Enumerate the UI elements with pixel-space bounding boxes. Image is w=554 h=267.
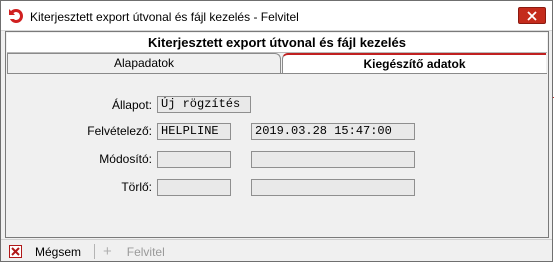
torlo-label: Törlő: (121, 180, 152, 194)
close-button[interactable] (518, 7, 546, 24)
allapot-field[interactable]: Új rögzítés (157, 96, 251, 113)
cancel-x-icon (9, 245, 22, 258)
modosito-label: Módosító: (99, 152, 152, 166)
form-header: Kiterjesztett export útvonal és fájl kez… (7, 33, 547, 53)
modosito-user-field[interactable] (157, 151, 231, 168)
felvetelezo-user-field[interactable]: HELPLINE (157, 123, 231, 140)
felvetelezo-label: Felvételező: (87, 124, 152, 138)
toolbar-separator (94, 244, 95, 259)
form-area: Kiterjesztett export útvonal és fájl kez… (5, 31, 549, 238)
tab-alapadatok[interactable]: Alapadatok (7, 53, 281, 73)
torlo-datetime-field[interactable] (251, 179, 415, 196)
add-plus-icon: + (103, 243, 112, 260)
dialog-window: Kiterjesztett export útvonal és fájl kez… (0, 0, 553, 262)
cancel-button[interactable]: Mégsem (9, 244, 81, 259)
add-button[interactable]: + Felvitel (103, 244, 165, 259)
torlo-user-field[interactable] (157, 179, 231, 196)
tab-content: Állapot: Új rögzítés Felvételező: HELPLI… (7, 73, 547, 236)
bottom-toolbar: Mégsem + Felvitel (1, 239, 552, 261)
close-icon (527, 11, 537, 21)
window-title: Kiterjesztett export útvonal és fájl kez… (30, 10, 299, 24)
tab-label: Kiegészítő adatok (363, 57, 466, 71)
modosito-datetime-field[interactable] (251, 151, 415, 168)
tab-kiegeszito-adatok[interactable]: Kiegészítő adatok (282, 53, 546, 73)
allapot-label: Állapot: (111, 98, 152, 112)
felvetelezo-datetime-field[interactable]: 2019.03.28 15:47:00 (251, 123, 415, 140)
tab-strip: Alapadatok Kiegészítő adatok (7, 53, 547, 74)
title-bar[interactable]: Kiterjesztett export útvonal és fájl kez… (1, 1, 552, 31)
tab-label: Alapadatok (113, 56, 175, 70)
cancel-label: Mégsem (35, 244, 82, 259)
app-logo-icon (8, 8, 24, 24)
add-label: Felvitel (126, 244, 165, 259)
